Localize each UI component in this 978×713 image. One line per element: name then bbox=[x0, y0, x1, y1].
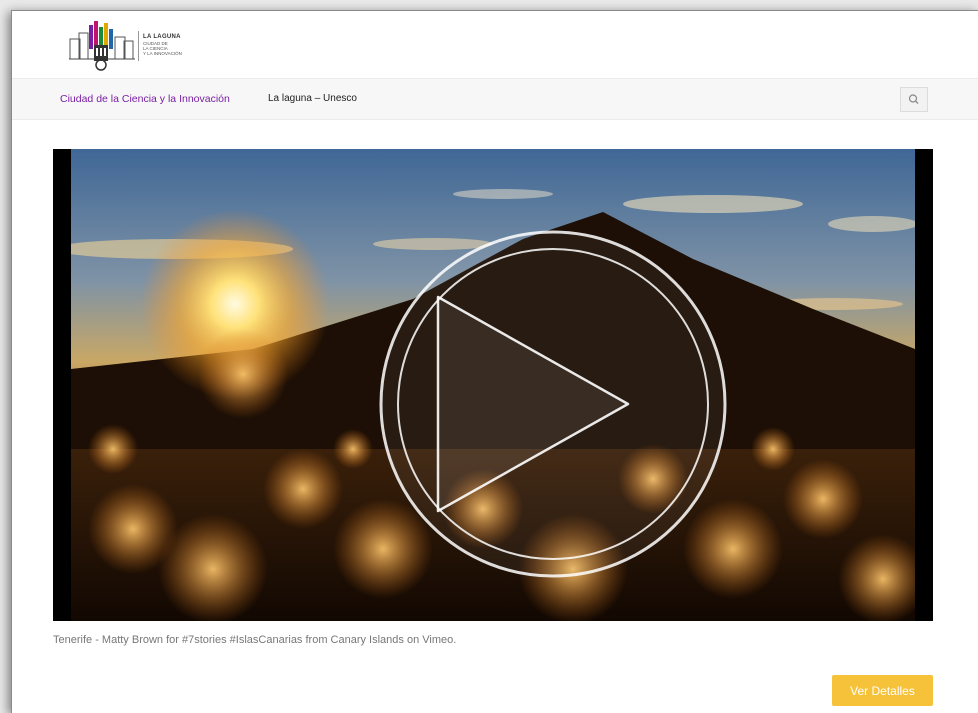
ver-detalles-button[interactable]: Ver Detalles bbox=[832, 675, 933, 706]
video-player[interactable] bbox=[53, 149, 933, 621]
search-button[interactable] bbox=[900, 87, 928, 112]
logo-text: LA LAGUNA CIUDAD DE LA CIENCIA Y LA INNO… bbox=[143, 34, 182, 56]
site-header: LA LAGUNA CIUDAD DE LA CIENCIA Y LA INNO… bbox=[12, 11, 978, 78]
search-icon bbox=[908, 94, 919, 104]
nav-item-ciudad-ciencia[interactable]: Ciudad de la Ciencia y la Innovación bbox=[60, 79, 230, 119]
browser-window: LA LAGUNA CIUDAD DE LA CIENCIA Y LA INNO… bbox=[11, 10, 978, 713]
nav-item-unesco[interactable]: La laguna – Unesco bbox=[268, 79, 357, 119]
video-thumbnail bbox=[53, 149, 933, 621]
video-caption: Tenerife - Matty Brown for #7stories #Is… bbox=[53, 634, 457, 646]
site-logo[interactable]: LA LAGUNA CIUDAD DE LA CIENCIA Y LA INNO… bbox=[67, 17, 207, 71]
main-nav: Ciudad de la Ciencia y la Innovación La … bbox=[12, 78, 978, 120]
logo-emblem-icon bbox=[69, 21, 135, 71]
logo-divider bbox=[138, 31, 139, 61]
logo-subtitle-line: Y LA INNOVACIÓN bbox=[143, 51, 182, 56]
play-icon[interactable] bbox=[379, 230, 727, 578]
logo-title: LA LAGUNA bbox=[143, 34, 181, 40]
